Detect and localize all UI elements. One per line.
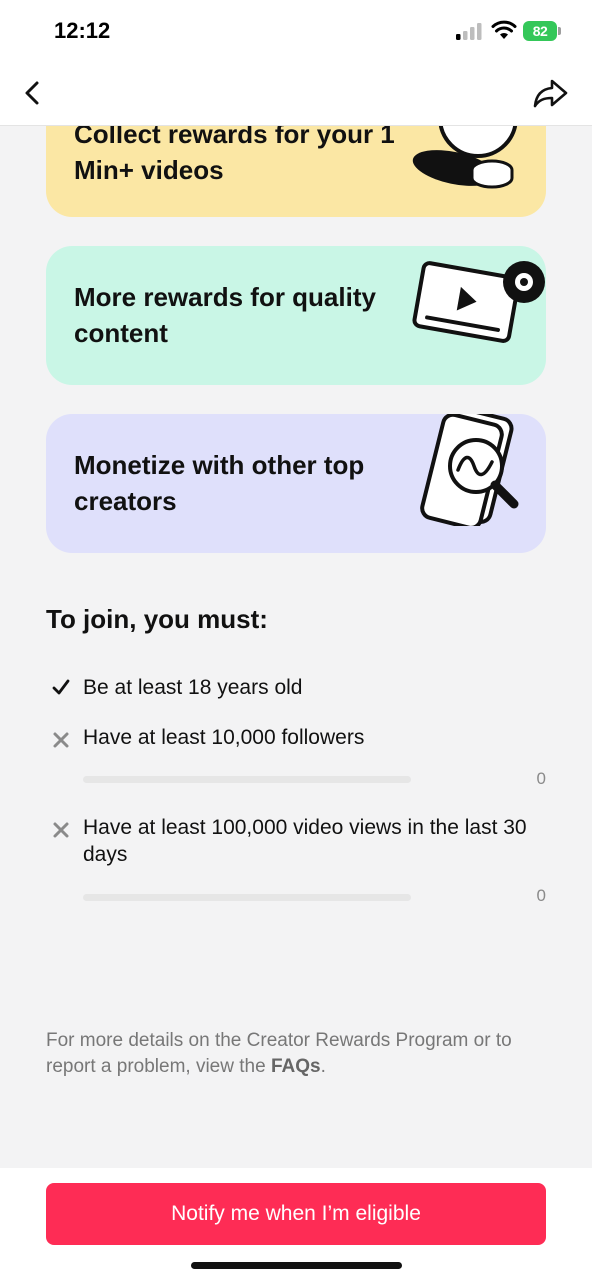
chevron-left-icon[interactable] — [16, 76, 50, 110]
requirement-text: Be at least 18 years old — [83, 676, 303, 699]
faqs-link[interactable]: FAQs — [271, 1056, 321, 1077]
status-bar: 12:12 82 — [0, 0, 592, 62]
cellular-signal-icon — [456, 23, 482, 40]
card-title: More rewards for quality content — [74, 282, 376, 348]
footer-note: For more details on the Creator Rewards … — [46, 1028, 546, 1080]
followers-progress-count: 0 — [536, 769, 546, 788]
video-eye-icon — [412, 261, 545, 343]
requirement-followers: Have at least 10,000 followers 0 — [46, 724, 546, 794]
views-progress-bar — [83, 894, 411, 901]
battery-indicator: 82 — [523, 21, 557, 41]
requirement-text: Have at least 10,000 followers — [83, 726, 365, 749]
battery-cap — [558, 27, 561, 35]
share-arrow-icon[interactable] — [532, 76, 570, 110]
requirements-heading: To join, you must: — [46, 604, 268, 634]
battery-level: 82 — [532, 23, 548, 39]
views-progress-count: 0 — [536, 886, 546, 905]
wifi-icon — [491, 20, 517, 39]
requirement-text: Have at least 100,000 video views in the… — [83, 816, 527, 866]
footer-period: . — [320, 1056, 326, 1077]
nav-bar — [0, 62, 592, 126]
status-time: 12:12 — [54, 18, 111, 43]
followers-progress-bar — [83, 776, 411, 783]
bottom-bar: Notify me when I’m eligible — [0, 1168, 592, 1280]
feature-card-monetize: Monetize with other top creators — [46, 414, 546, 553]
phone-search-icon — [420, 414, 519, 526]
home-indicator — [191, 1262, 402, 1269]
requirement-age: Be at least 18 years old — [46, 674, 546, 702]
requirement-video-views: Have at least 100,000 video views in the… — [46, 814, 546, 914]
card-title: Monetize with other top creators — [74, 450, 365, 516]
feature-card-quality: More rewards for quality content — [46, 246, 546, 385]
x-icon — [53, 732, 69, 748]
check-icon — [52, 679, 70, 695]
notify-eligible-button[interactable]: Notify me when I’m eligible — [46, 1183, 546, 1245]
card-title: Collect rewards for your 1 Min+ videos — [74, 119, 395, 185]
x-icon — [53, 822, 69, 838]
